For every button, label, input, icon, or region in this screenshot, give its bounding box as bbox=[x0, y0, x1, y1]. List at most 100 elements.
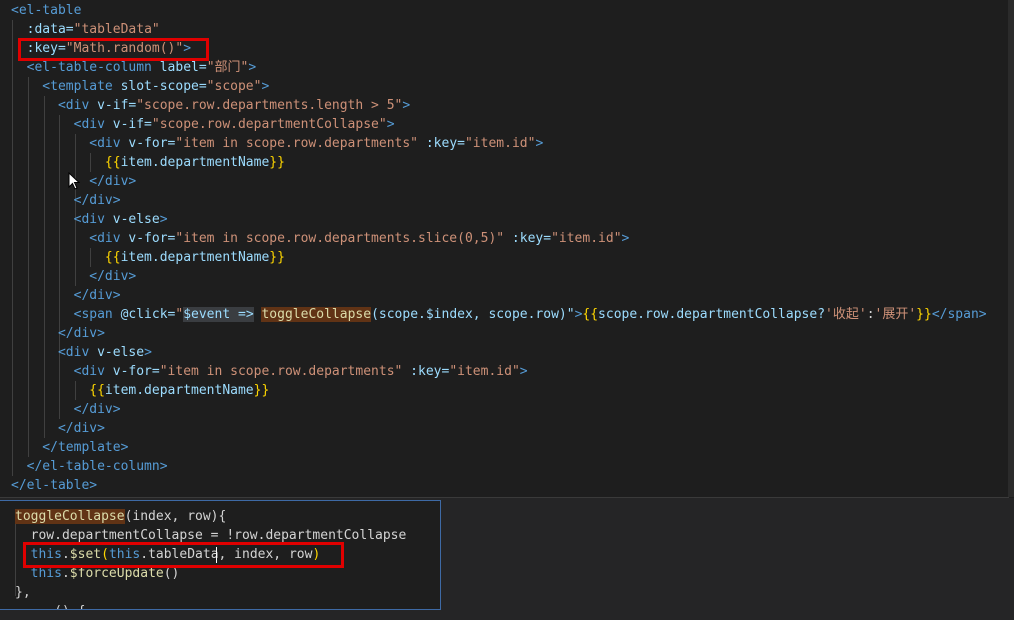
code-token: toggleCollapse bbox=[261, 307, 372, 322]
code-token: {{ bbox=[11, 155, 121, 170]
code-token: "scope.row.departmentCollapse" bbox=[151, 117, 387, 132]
code-line[interactable]: </div> bbox=[11, 191, 121, 210]
code-line[interactable]: </div> bbox=[11, 324, 105, 343]
code-token: v-if= bbox=[112, 117, 152, 132]
code-token: $event => bbox=[183, 307, 254, 322]
code-token: $forceUpdate bbox=[69, 566, 164, 581]
code-line[interactable]: :data="tableData" bbox=[11, 20, 160, 39]
code-token: </el-table-column> bbox=[11, 459, 168, 474]
code-token: (index, row){ bbox=[124, 509, 227, 524]
code-line[interactable]: <div v-for="item in scope.row.department… bbox=[11, 134, 543, 153]
code-token: "item in scope.row.departments" bbox=[159, 364, 403, 379]
code-token: toggleCollapse bbox=[15, 509, 125, 524]
code-token: v-else bbox=[97, 345, 145, 360]
code-token: item.departmentName bbox=[120, 250, 270, 265]
code-token: '展开' bbox=[874, 307, 917, 322]
code-token: row.departmentCollapse = !row.department… bbox=[15, 528, 407, 543]
code-token: this bbox=[15, 566, 62, 581]
code-token: </span> bbox=[931, 307, 987, 322]
code-token: "tableData" bbox=[73, 22, 160, 37]
code-token: > bbox=[386, 117, 395, 132]
code-line[interactable]: <div v-if="scope.row.departmentCollapse"… bbox=[11, 115, 395, 134]
code-token: "item in scope.row.departments.slice(0,5… bbox=[175, 231, 505, 246]
code-token: }} bbox=[253, 383, 270, 398]
code-token: <div bbox=[11, 136, 129, 151]
code-token: item.departmentName bbox=[120, 155, 270, 170]
code-line[interactable]: <template slot-scope="scope"> bbox=[11, 77, 269, 96]
code-token: scope.row.departmentCollapse? bbox=[598, 307, 826, 322]
code-token: > bbox=[159, 212, 168, 227]
code-token: "scope.row.departments.length > 5" bbox=[136, 98, 403, 113]
code-line[interactable]: </el-table-column> bbox=[11, 457, 168, 476]
code-token: }, bbox=[15, 585, 31, 600]
code-line[interactable]: </el-table> bbox=[11, 476, 97, 495]
code-token: '收起' bbox=[825, 307, 867, 322]
code-line[interactable]: <el-table bbox=[11, 1, 81, 20]
code-token: }} bbox=[916, 307, 932, 322]
code-token: <div bbox=[11, 98, 98, 113]
code-token: <span bbox=[11, 307, 121, 322]
template-editor-pane[interactable]: <el-table :data="tableData" :key="Math.r… bbox=[0, 0, 1009, 498]
code-token: v-if= bbox=[97, 98, 137, 113]
code-token: "scope" bbox=[206, 79, 262, 94]
code-line[interactable]: {{item.departmentName}} bbox=[11, 248, 285, 267]
code-token: label= bbox=[159, 60, 207, 75]
code-line[interactable]: <div v-for="item in scope.row.department… bbox=[11, 229, 629, 248]
text-cursor bbox=[216, 547, 217, 563]
code-line[interactable]: <div v-else> bbox=[11, 210, 168, 229]
code-line[interactable]: </div> bbox=[11, 419, 105, 438]
method-editor-pane[interactable]: toggleCollapse(index, row){ row.departme… bbox=[0, 500, 441, 610]
code-token: <el-table-column bbox=[11, 60, 160, 75]
code-token: v-for= bbox=[128, 136, 176, 151]
code-token: "item.id" bbox=[449, 364, 520, 379]
code-token: v-else bbox=[112, 212, 160, 227]
code-token: > bbox=[621, 231, 630, 246]
code-line[interactable]: }, bbox=[15, 583, 31, 602]
code-token: > bbox=[402, 98, 411, 113]
code-token: <div bbox=[11, 364, 113, 379]
code-token: :key= bbox=[402, 364, 450, 379]
code-line[interactable]: toggleCollapse(index, row){ bbox=[15, 507, 226, 526]
code-token: </div> bbox=[11, 402, 121, 417]
code-token: v-for= bbox=[112, 364, 160, 379]
code-token: :key= bbox=[418, 136, 465, 151]
code-token: (scope.$index, scope.row)" bbox=[371, 307, 575, 322]
code-token: <el-table bbox=[11, 3, 82, 18]
code-token: :key= bbox=[504, 231, 552, 246]
code-token: v-for= bbox=[128, 231, 176, 246]
code-line[interactable]: </div> bbox=[11, 286, 121, 305]
code-line[interactable]: </template> bbox=[11, 438, 128, 457]
code-token: () bbox=[163, 566, 180, 581]
code-token: > bbox=[519, 364, 528, 379]
code-token: {{ bbox=[11, 250, 121, 265]
code-token: <div bbox=[11, 345, 98, 360]
code-line[interactable]: {{item.departmentName}} bbox=[11, 153, 285, 172]
code-token: "部门" bbox=[206, 60, 249, 75]
code-token: </div> bbox=[11, 421, 105, 436]
code-token: <div bbox=[11, 212, 113, 227]
code-token: item.departmentName bbox=[104, 383, 254, 398]
code-line[interactable]: </div> bbox=[11, 267, 136, 286]
code-token: > bbox=[535, 136, 544, 151]
code-line[interactable]: </div> bbox=[11, 400, 121, 419]
code-token: </template> bbox=[11, 440, 129, 455]
code-token: }} bbox=[269, 250, 285, 265]
code-token: @click= bbox=[120, 307, 176, 322]
code-token: "item.id" bbox=[464, 136, 536, 151]
code-token: <div bbox=[11, 117, 113, 132]
code-token: </div> bbox=[11, 269, 137, 284]
code-line[interactable]: {{item.departmentName}} bbox=[11, 381, 269, 400]
code-line[interactable]: ...() { bbox=[15, 602, 86, 609]
code-token: slot-scope= bbox=[120, 79, 207, 94]
set-call-highlight-box bbox=[23, 542, 344, 568]
mouse-pointer-icon bbox=[68, 172, 80, 190]
vertical-scrollbar[interactable] bbox=[1008, 0, 1014, 497]
code-line[interactable]: <div v-if="scope.row.departments.length … bbox=[11, 96, 410, 115]
code-token: ...() { bbox=[15, 604, 86, 609]
code-token: }} bbox=[269, 155, 285, 170]
code-token: </div> bbox=[11, 193, 121, 208]
code-line[interactable]: <span @click="$event => toggleCollapse(s… bbox=[11, 305, 987, 324]
code-token: :data= bbox=[11, 22, 74, 37]
code-line[interactable]: <div v-for="item in scope.row.department… bbox=[11, 362, 528, 381]
code-line[interactable]: <div v-else> bbox=[11, 343, 152, 362]
